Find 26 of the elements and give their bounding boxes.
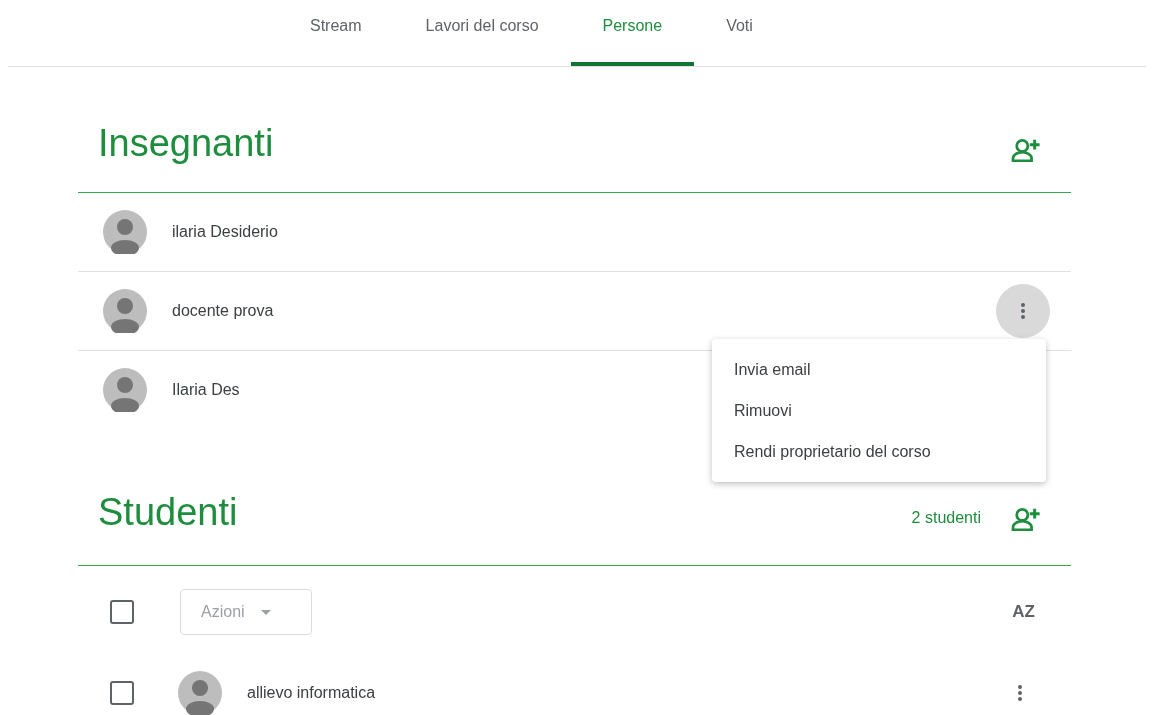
student-count: 2 studenti [911, 509, 981, 527]
menu-item[interactable]: Rendi proprietario del corso [712, 431, 1046, 472]
add-person-icon[interactable] [1011, 505, 1041, 531]
section-title: Insegnanti [98, 121, 274, 166]
tab[interactable]: Persone [570, 0, 695, 66]
tab[interactable]: Voti [694, 0, 785, 66]
menu-item[interactable]: Rimuovi [712, 390, 1046, 431]
add-person-icon[interactable] [1011, 136, 1041, 162]
person-name: Ilaria Des [172, 381, 240, 399]
more-icon [1017, 684, 1023, 702]
avatar-icon [178, 671, 222, 715]
menu-item[interactable]: Invia email [712, 349, 1046, 390]
section-title: Studenti [98, 490, 238, 535]
person-name: docente prova [172, 302, 274, 320]
person-name: ilaria Desiderio [172, 223, 278, 241]
person-name: allievo informatica [247, 684, 376, 702]
checkbox[interactable] [110, 600, 134, 624]
checkbox[interactable] [110, 681, 134, 705]
avatar-icon [103, 289, 147, 333]
caret-icon [260, 609, 271, 615]
sort-button[interactable]: AZ [1010, 600, 1037, 624]
avatar-icon [103, 210, 147, 254]
tab[interactable]: Lavori del corso [393, 0, 571, 66]
tab[interactable]: Stream [278, 0, 394, 66]
more-icon [1020, 302, 1026, 320]
avatar-icon [103, 368, 147, 412]
